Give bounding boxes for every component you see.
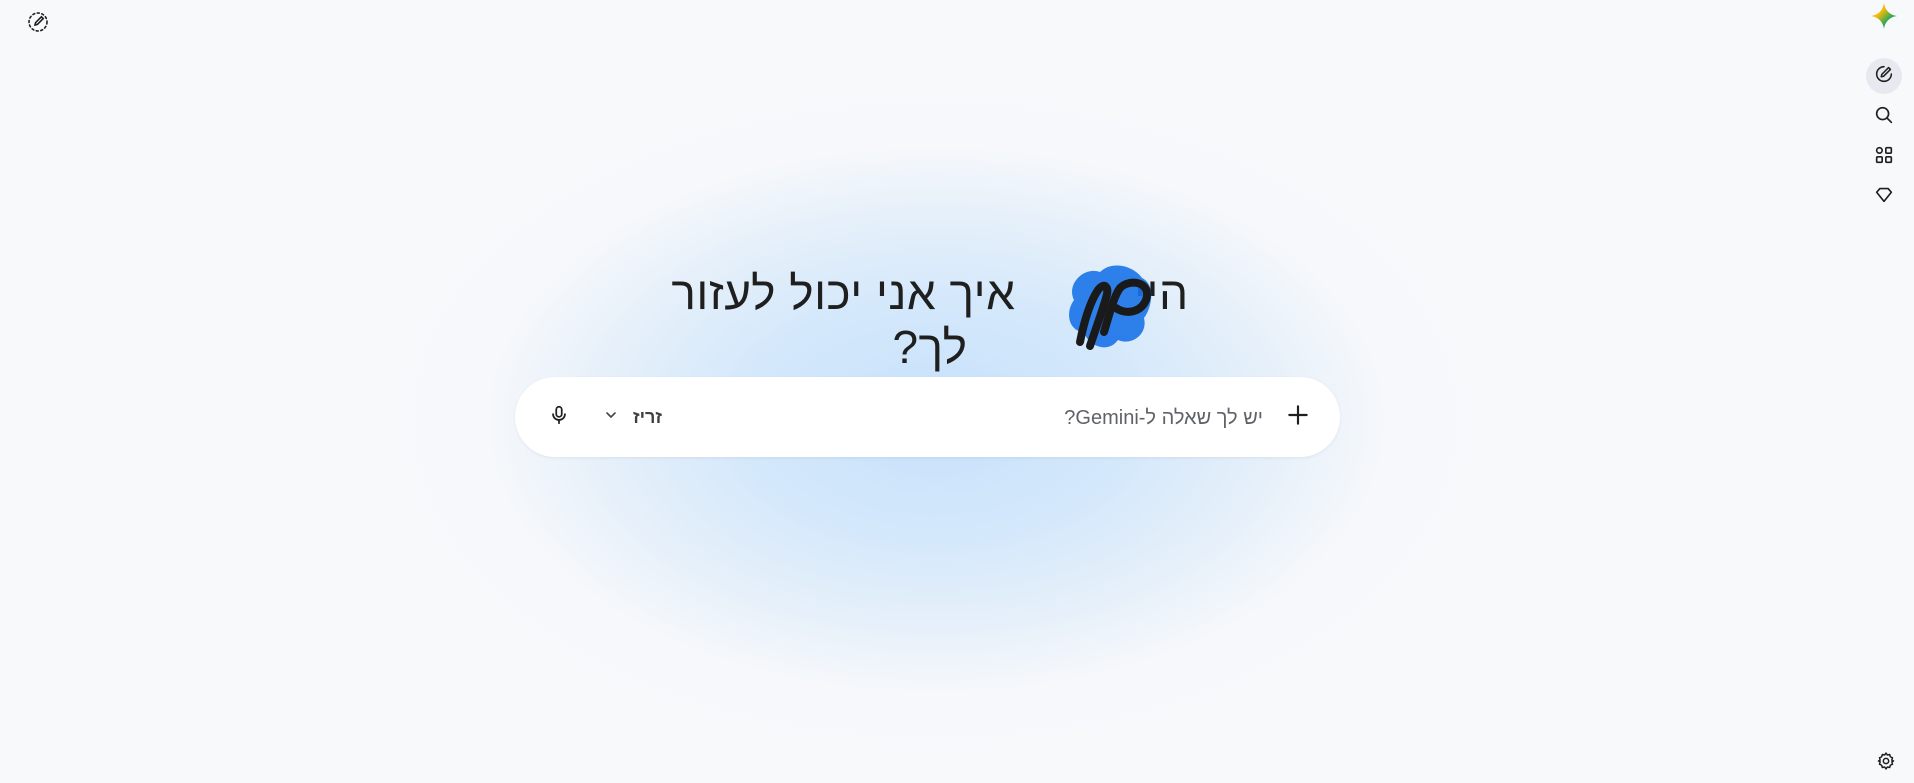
plus-icon [1285, 402, 1311, 433]
prompt-composer: זריז [515, 377, 1340, 457]
apps-button[interactable] [1866, 139, 1902, 175]
temporary-chat-icon [26, 10, 50, 39]
temporary-chat-button[interactable] [22, 8, 54, 40]
gemini-home: היי איך אני יכול לעזור לך? זריז [0, 0, 1914, 783]
greeting-heading: היי איך אני יכול לעזור לך? [640, 265, 1220, 374]
search-icon [1873, 104, 1895, 131]
right-rail [1854, 0, 1914, 783]
prompt-input[interactable] [841, 399, 1265, 437]
gem-icon [1873, 184, 1895, 211]
apps-icon [1873, 144, 1895, 171]
gemini-logo-icon [1870, 2, 1898, 30]
redaction-scribble [1069, 265, 1152, 350]
microphone-button[interactable] [537, 395, 581, 439]
chevron-down-icon [603, 407, 619, 428]
add-content-button[interactable] [1276, 395, 1320, 439]
microphone-icon [548, 404, 570, 431]
model-label: זריז [633, 406, 662, 427]
new-chat-button[interactable] [1866, 58, 1902, 94]
model-selector[interactable]: זריז [603, 399, 662, 435]
new-chat-icon [1873, 63, 1895, 90]
settings-button[interactable] [1870, 747, 1902, 779]
search-button[interactable] [1866, 99, 1902, 135]
gear-icon [1876, 751, 1896, 776]
gems-button[interactable] [1866, 179, 1902, 215]
greeting-suffix: איך אני יכול לעזור לך? [671, 267, 1016, 373]
